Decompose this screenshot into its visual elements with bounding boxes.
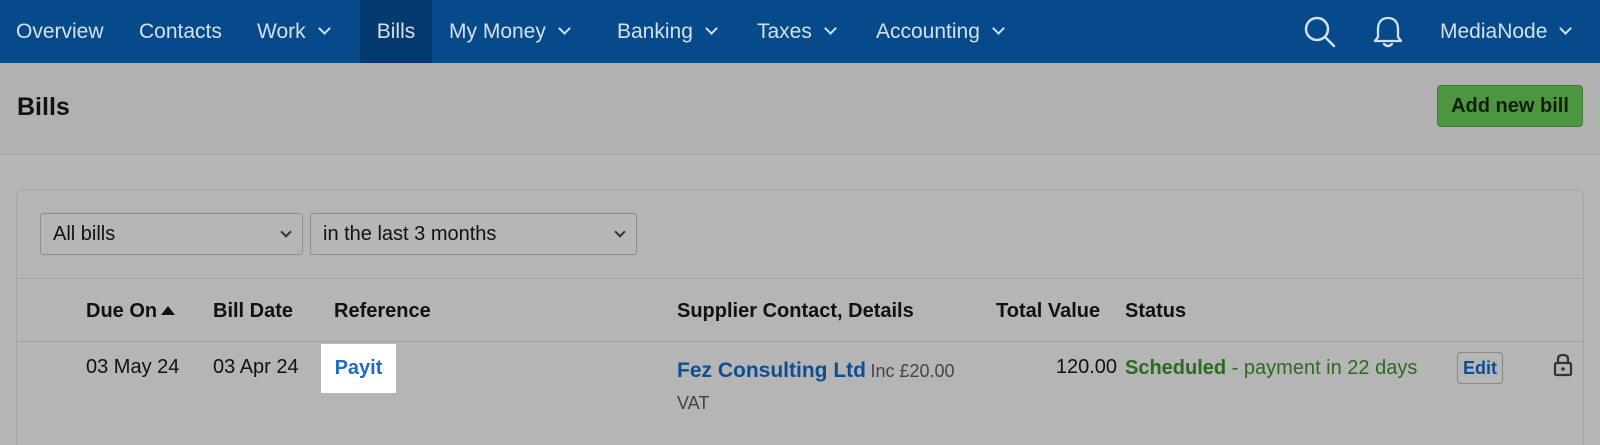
bill-date-cell: 03 Apr 24: [213, 356, 299, 378]
due-on-cell: 03 May 24: [86, 356, 180, 378]
top-navigation: Overview Contacts Work Bills My Money Ba…: [0, 0, 1600, 63]
chevron-down-icon: [823, 22, 837, 35]
chevron-down-icon: [614, 226, 626, 238]
nav-my-money[interactable]: My Money: [449, 0, 571, 63]
nav-contacts[interactable]: Contacts: [139, 0, 222, 63]
nav-work[interactable]: Work: [257, 0, 331, 63]
period-select[interactable]: in the last 3 months: [310, 213, 637, 255]
status-cell: Scheduled - payment in 22 days: [1125, 357, 1417, 380]
column-header-status[interactable]: Status: [1125, 300, 1186, 323]
page-title: Bills: [17, 93, 70, 121]
column-header-due-on[interactable]: Due On: [86, 300, 176, 323]
account-menu[interactable]: MediaNode: [1440, 0, 1573, 63]
divider: [17, 341, 1583, 342]
bill-type-select[interactable]: All bills: [40, 213, 303, 255]
search-icon: [1304, 16, 1336, 47]
column-header-total-value[interactable]: Total Value: [996, 300, 1100, 323]
notifications-button[interactable]: [1372, 0, 1404, 63]
add-new-bill-button[interactable]: Add new bill: [1437, 85, 1583, 127]
nav-taxes[interactable]: Taxes: [757, 0, 837, 63]
nav-accounting[interactable]: Accounting: [876, 0, 1005, 63]
chevron-down-icon: [705, 22, 718, 35]
chevron-down-icon: [557, 22, 571, 35]
reference-link[interactable]: Payit: [321, 344, 396, 393]
bills-panel: All bills in the last 3 months Due On Bi…: [16, 189, 1584, 445]
divider: [17, 278, 1583, 279]
sort-ascending-icon: [161, 306, 176, 315]
supplier-link[interactable]: Fez Consulting Ltd: [677, 359, 866, 382]
total-value-cell: 120.00: [1055, 356, 1117, 378]
column-header-supplier[interactable]: Supplier Contact, Details: [677, 300, 914, 323]
column-header-reference[interactable]: Reference: [334, 300, 431, 323]
lock-icon: [1553, 353, 1573, 382]
vat-note: Inc £20.00: [870, 361, 955, 381]
chevron-down-icon: [280, 226, 292, 238]
page-header: Bills Add new bill: [0, 63, 1600, 155]
nav-banking[interactable]: Banking: [617, 0, 718, 63]
nav-overview[interactable]: Overview: [16, 0, 104, 63]
vat-suffix: VAT: [677, 393, 710, 413]
supplier-cell: Fez Consulting Ltd Inc £20.00 VAT: [677, 356, 977, 420]
chevron-down-icon: [992, 22, 1005, 35]
status-detail: - payment in 22 days: [1226, 357, 1418, 379]
chevron-down-icon: [1559, 22, 1573, 35]
nav-bills[interactable]: Bills: [360, 0, 432, 63]
column-header-bill-date[interactable]: Bill Date: [213, 300, 293, 323]
search-button[interactable]: [1303, 0, 1337, 63]
bell-icon: [1373, 16, 1403, 47]
edit-button[interactable]: Edit: [1457, 352, 1503, 384]
chevron-down-icon: [317, 22, 331, 35]
status-badge: Scheduled: [1125, 357, 1227, 379]
